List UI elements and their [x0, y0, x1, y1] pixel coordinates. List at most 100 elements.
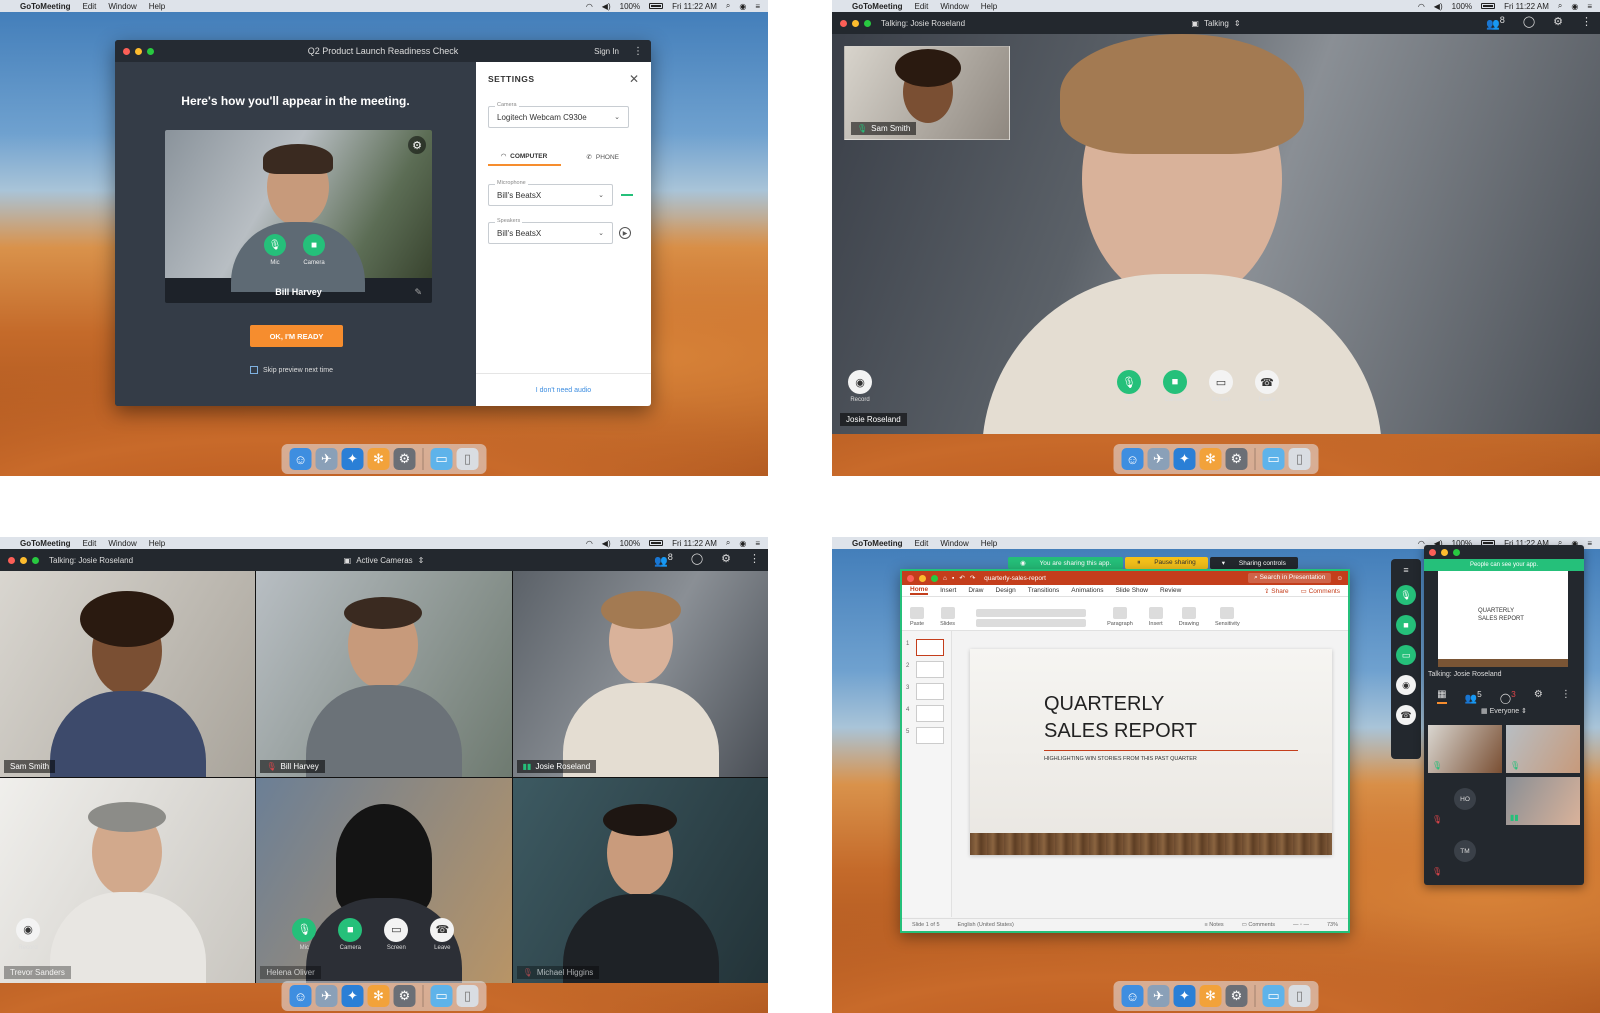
siri-icon[interactable]: ◉ [1571, 2, 1578, 11]
close-window-button[interactable] [123, 47, 130, 55]
safari-icon[interactable]: ✦ [341, 448, 364, 470]
camera-button[interactable]: ■ [303, 234, 325, 256]
zoom-window-button[interactable] [147, 47, 154, 55]
wifi-icon[interactable]: ◠ [586, 539, 593, 548]
tab-transitions[interactable]: Transitions [1028, 587, 1060, 594]
status-language[interactable]: English (United States) [958, 922, 1014, 928]
home-icon[interactable]: ⌂ [943, 575, 947, 582]
tab-insert[interactable]: Insert [940, 587, 956, 594]
tab-animations[interactable]: Animations [1071, 587, 1103, 594]
wifi-icon[interactable]: ◠ [586, 2, 593, 11]
share-button[interactable]: ⇪ Share [1264, 587, 1289, 595]
view-mode-selector[interactable]: ▣ Active Cameras ⇕ [344, 556, 425, 565]
self-view-thumbnail[interactable]: 🎙 Sam Smith [844, 46, 1010, 140]
minimize-window-button[interactable] [135, 47, 142, 55]
menu-clock[interactable]: Fri 11:22 AM [1504, 2, 1549, 11]
folder-icon[interactable]: ▭ [430, 985, 453, 1007]
record-button[interactable]: ◉ [848, 370, 872, 394]
system-preferences-icon[interactable]: ⚙ [1225, 448, 1248, 470]
volume-icon[interactable]: ◀) [602, 2, 611, 11]
video-tile[interactable]: ▮▮ [1506, 777, 1580, 825]
smiley-icon[interactable]: ☺ [1336, 575, 1343, 582]
record-button[interactable]: ◉ [16, 917, 40, 942]
video-tile[interactable]: Helena Oliver 🎙 Mic ■ Camera ▭ Screen ☎ Leav… [256, 777, 512, 983]
close-window-button[interactable] [8, 556, 15, 564]
volume-icon[interactable]: ◀) [602, 539, 611, 548]
safari-icon[interactable]: ✦ [1173, 448, 1196, 470]
finder-icon[interactable]: ☺ [1121, 448, 1144, 470]
leave-button[interactable]: ☎ [1255, 370, 1279, 394]
sharing-controls-button[interactable]: ▾ Sharing controls [1209, 557, 1298, 569]
no-audio-link[interactable]: I don't need audio [476, 387, 651, 394]
font-select[interactable] [976, 609, 1087, 617]
tab-slide-show[interactable]: Slide Show [1115, 587, 1148, 594]
zoom-slider[interactable]: — ◦ — [1293, 922, 1309, 928]
video-tile[interactable]: 🎙 Bill Harvey [256, 571, 512, 777]
video-tile[interactable]: 🎙 [1428, 725, 1502, 773]
tab-phone[interactable]: ✆ PHONE [567, 148, 640, 166]
tab-home[interactable]: Home [910, 586, 929, 595]
slide-thumbnail[interactable] [916, 727, 944, 744]
gear-icon[interactable]: ⚙ [721, 552, 731, 568]
attendees-button[interactable]: 👥8 [1486, 15, 1505, 31]
more-options-icon[interactable]: ⋮ [633, 46, 643, 57]
system-preferences-icon[interactable]: ⚙ [1225, 985, 1248, 1007]
paragraph-button[interactable]: Paragraph [1107, 607, 1133, 627]
gear-icon[interactable]: ⚙ [408, 136, 426, 154]
video-tile[interactable]: 🎙 Michael Higgins [512, 777, 768, 983]
camera-button[interactable]: ■ [338, 917, 363, 942]
zoom-window-button[interactable] [1453, 548, 1460, 556]
camera-button[interactable]: ■ [1396, 615, 1416, 635]
mic-button[interactable]: 🎙 [1396, 585, 1416, 605]
grid-view-icon[interactable]: ▦ [1437, 689, 1447, 705]
notification-center-icon[interactable]: ≡ [1587, 2, 1592, 11]
edit-name-icon[interactable]: ✎ [414, 287, 422, 298]
ok-ready-button[interactable]: OK, I'M READY [250, 325, 343, 347]
spotlight-icon[interactable]: ⌕ [726, 1, 730, 11]
menu-help[interactable]: Help [149, 2, 165, 11]
folder-icon[interactable]: ▭ [1262, 985, 1285, 1007]
menu-app-name[interactable]: GoToMeeting [20, 539, 71, 548]
video-tile[interactable]: Sam Smith [0, 571, 256, 777]
font-controls[interactable] [971, 609, 1091, 627]
battery-icon[interactable] [649, 3, 664, 9]
microphone-select[interactable]: Microphone Bill's BeatsX ⌄ [488, 180, 613, 206]
gotomeeting-icon[interactable]: ✻ [367, 448, 390, 470]
slide-thumbnail[interactable] [916, 705, 944, 722]
spotlight-icon[interactable]: ⌕ [726, 538, 730, 548]
zoom-window-button[interactable] [864, 19, 871, 27]
gotomeeting-icon[interactable]: ✻ [1199, 448, 1222, 470]
siri-icon[interactable]: ◉ [739, 2, 746, 11]
screen-share-button[interactable]: ▭ [1209, 370, 1233, 394]
close-window-button[interactable] [1429, 548, 1436, 556]
notes-button[interactable]: ≡ Notes [1205, 922, 1224, 928]
gotomeeting-icon[interactable]: ✻ [367, 985, 390, 1007]
menu-edit[interactable]: Edit [83, 539, 97, 548]
menu-window[interactable]: Window [108, 2, 136, 11]
view-mode-selector[interactable]: ▣ Talking ⇕ [1191, 19, 1240, 28]
notification-center-icon[interactable]: ≡ [755, 2, 760, 11]
video-tile[interactable]: ▮▮ Josie Roseland [512, 571, 768, 777]
tab-review[interactable]: Review [1160, 587, 1181, 594]
menu-edit[interactable]: Edit [83, 2, 97, 11]
redo-icon[interactable]: ↷ [970, 574, 975, 582]
menu-icon[interactable]: ≡ [1403, 565, 1408, 575]
slide-thumbnail[interactable] [916, 661, 944, 678]
trash-icon[interactable]: ▯ [1288, 985, 1311, 1007]
slide-thumbnail[interactable] [916, 639, 944, 656]
tab-draw[interactable]: Draw [968, 587, 983, 594]
video-tile[interactable]: Trevor Sanders ◉ Record [0, 777, 256, 983]
menu-clock[interactable]: Fri 11:22 AM [672, 539, 717, 548]
system-preferences-icon[interactable]: ⚙ [393, 448, 416, 470]
finder-icon[interactable]: ☺ [289, 448, 312, 470]
slide-thumbnail[interactable] [916, 683, 944, 700]
minimize-window-button[interactable] [852, 19, 859, 27]
menu-window[interactable]: Window [940, 539, 968, 548]
leave-button[interactable]: ☎ [430, 917, 455, 942]
more-options-icon[interactable]: ⋮ [1561, 689, 1571, 704]
screen-share-button[interactable]: ▭ [384, 917, 409, 942]
minimize-window-button[interactable] [20, 556, 27, 564]
minimize-window-button[interactable] [919, 574, 926, 582]
screen-share-button[interactable]: ▭ [1396, 645, 1416, 665]
siri-icon[interactable]: ◉ [739, 539, 746, 548]
